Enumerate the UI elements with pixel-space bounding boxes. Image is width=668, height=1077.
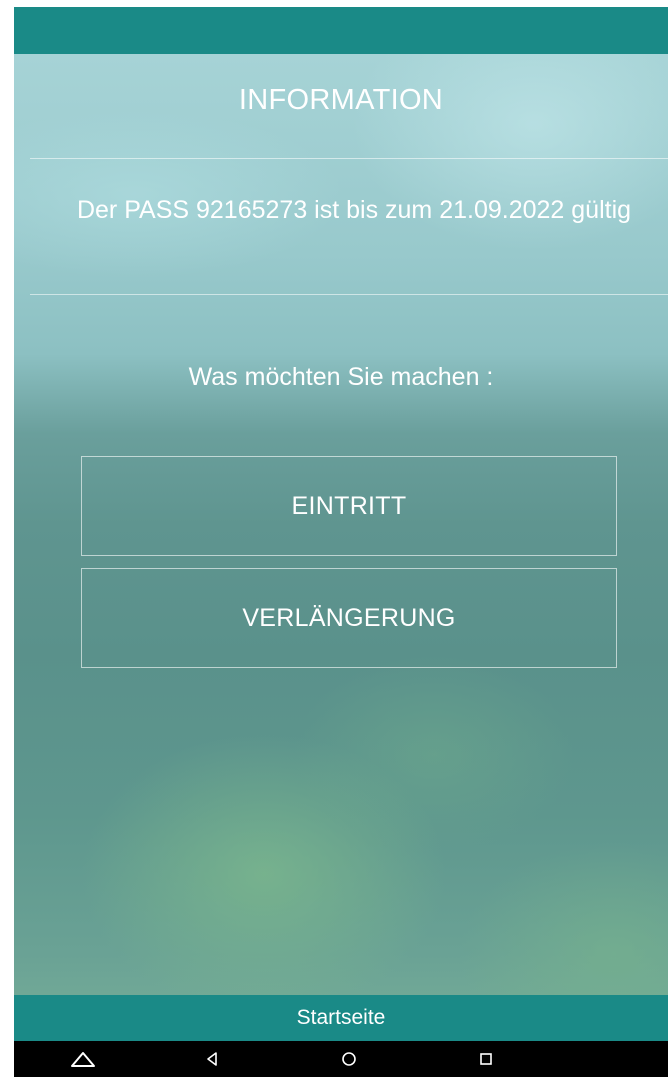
bottom-bar: Startseite <box>14 995 668 1041</box>
title-divider <box>30 158 668 159</box>
app-screen: INFORMATION Der PASS 92165273 ist bis zu… <box>14 7 668 1077</box>
home-triangle-icon[interactable] <box>59 1041 107 1077</box>
back-icon[interactable] <box>188 1041 236 1077</box>
action-question: Was möchten Sie machen : <box>188 363 494 391</box>
status-bar <box>14 7 668 54</box>
device-frame: INFORMATION Der PASS 92165273 ist bis zu… <box>0 0 668 1077</box>
entry-button[interactable]: EINTRITT <box>81 456 617 556</box>
home-icon[interactable] <box>325 1041 373 1077</box>
pass-validity-message: Der PASS 92165273 ist bis zum 21.09.2022… <box>76 196 632 224</box>
main-content: INFORMATION Der PASS 92165273 ist bis zu… <box>14 54 668 995</box>
renewal-button-label: VERLÄNGERUNG <box>242 603 456 632</box>
renewal-button[interactable]: VERLÄNGERUNG <box>81 568 617 668</box>
home-page-link[interactable]: Startseite <box>297 1006 386 1030</box>
page-title: INFORMATION <box>238 84 444 116</box>
recents-icon[interactable] <box>462 1041 510 1077</box>
system-navigation-bar <box>14 1041 668 1077</box>
entry-button-label: EINTRITT <box>291 491 407 520</box>
info-divider <box>30 294 668 295</box>
